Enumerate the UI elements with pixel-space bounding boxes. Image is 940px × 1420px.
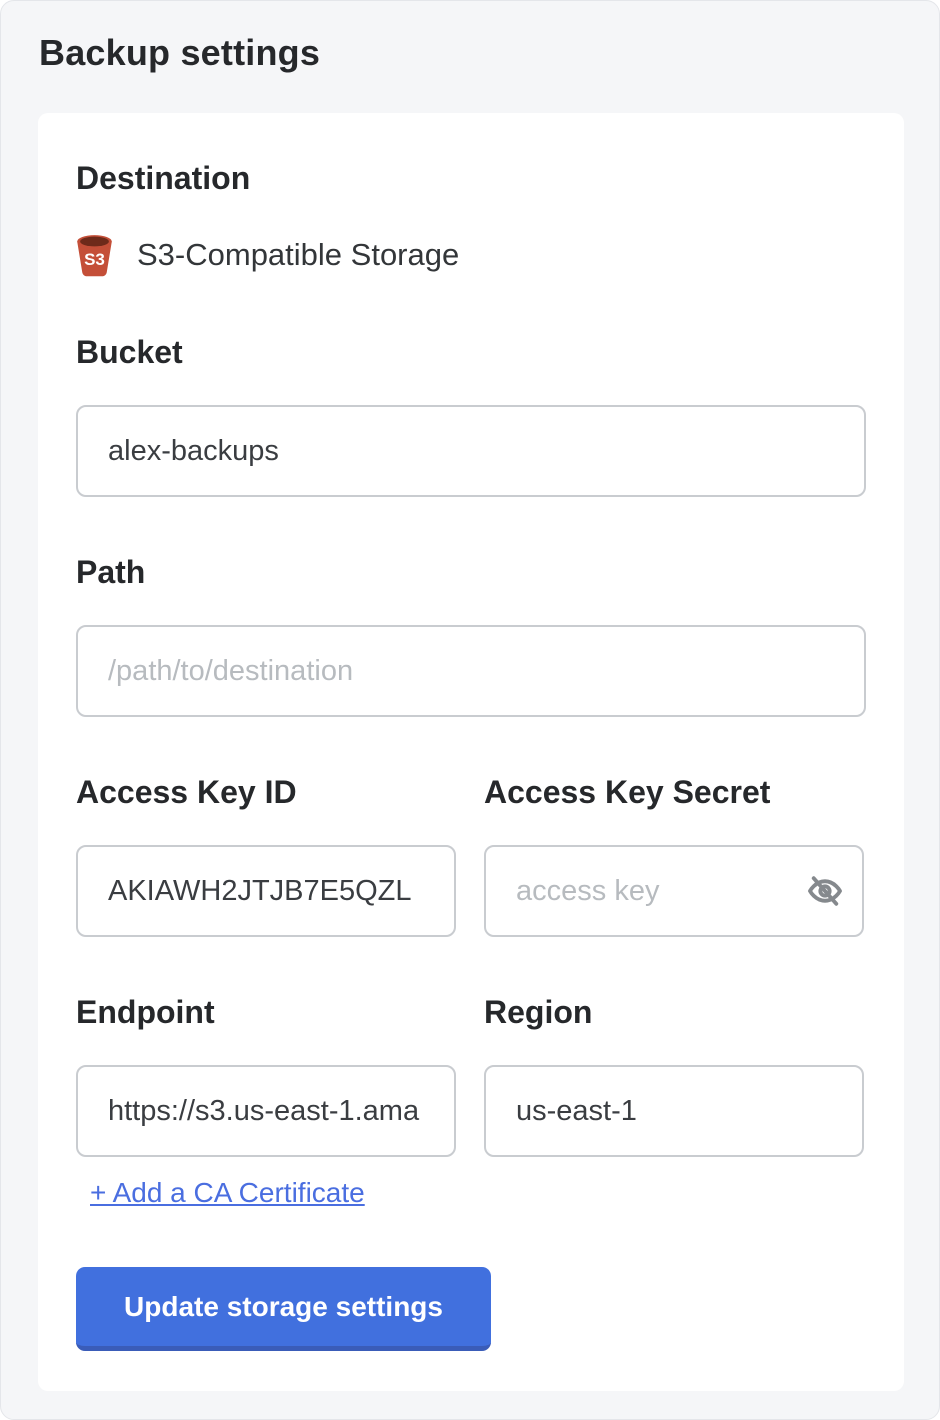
svg-text:S3: S3	[84, 250, 105, 269]
endpoint-region-row: Endpoint Region	[76, 993, 866, 1157]
destination-value: S3-Compatible Storage	[137, 237, 459, 273]
access-keys-row: Access Key ID Access Key Secret	[76, 773, 866, 937]
s3-bucket-icon: S3	[76, 234, 113, 277]
region-input[interactable]	[484, 1065, 864, 1157]
access-key-secret-field: Access Key Secret	[484, 773, 864, 937]
page-title: Backup settings	[39, 31, 939, 75]
add-ca-certificate-link[interactable]: + Add a CA Certificate	[90, 1173, 365, 1213]
access-key-secret-wrap	[484, 845, 864, 937]
bucket-input[interactable]	[76, 405, 866, 497]
update-storage-settings-button[interactable]: Update storage settings	[76, 1267, 491, 1351]
eye-off-icon[interactable]	[806, 872, 844, 910]
endpoint-label: Endpoint	[76, 993, 456, 1031]
access-key-secret-label: Access Key Secret	[484, 773, 864, 811]
region-label: Region	[484, 993, 864, 1031]
access-key-id-input[interactable]	[76, 845, 456, 937]
region-field: Region	[484, 993, 864, 1157]
backup-settings-card: Destination S3 S3-Compatible Storage Buc…	[38, 113, 904, 1391]
endpoint-field: Endpoint	[76, 993, 456, 1157]
bucket-label: Bucket	[76, 333, 866, 371]
endpoint-input[interactable]	[76, 1065, 456, 1157]
destination-label: Destination	[76, 159, 866, 197]
path-input[interactable]	[76, 625, 866, 717]
access-key-id-label: Access Key ID	[76, 773, 456, 811]
destination-value-row: S3 S3-Compatible Storage	[76, 233, 866, 277]
access-key-id-field: Access Key ID	[76, 773, 456, 937]
path-label: Path	[76, 553, 866, 591]
backup-settings-page: Backup settings Destination S3 S3-Compat…	[0, 0, 940, 1420]
